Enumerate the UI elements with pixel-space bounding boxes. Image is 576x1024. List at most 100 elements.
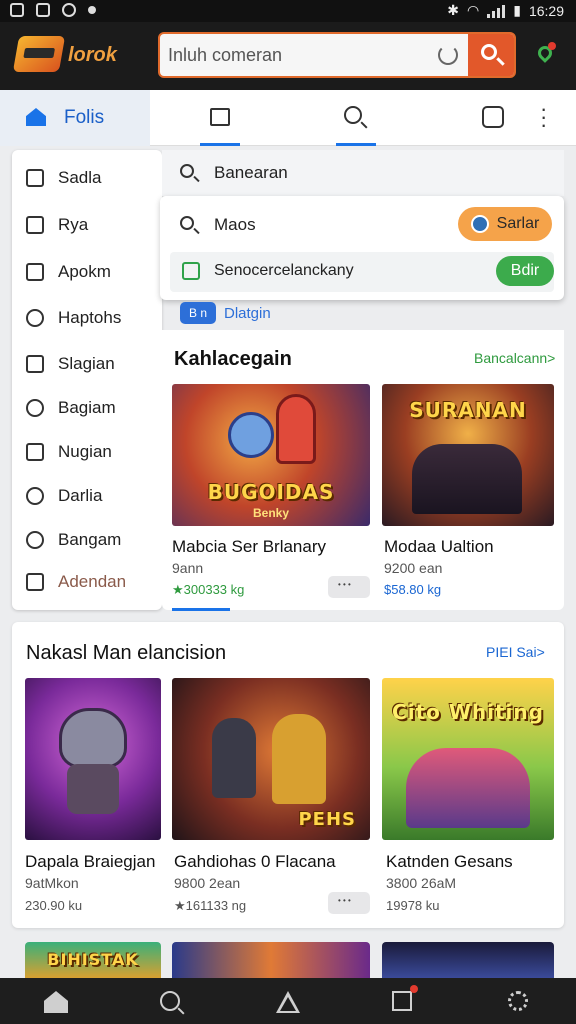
character-icon: [59, 708, 127, 768]
sidebar-item-label: Haptohs: [58, 308, 122, 327]
sidebar-item-sadla[interactable]: Sadla: [12, 158, 162, 198]
game-title[interactable]: Gahdiohas 0 Flacana: [174, 852, 336, 872]
sidebar-item-adendan[interactable]: Adendan: [12, 562, 162, 602]
tab-home[interactable]: Folis: [0, 90, 150, 146]
tag-row[interactable]: B n Dlatgin: [180, 302, 271, 324]
bottom-navigation: [0, 978, 576, 1024]
tab-bar: Folis · · ·: [0, 90, 576, 146]
refresh-icon[interactable]: [438, 45, 458, 65]
game-card-image[interactable]: [382, 942, 554, 978]
sidebar-item-label: Bagiam: [58, 398, 116, 417]
bluetooth-icon: ✱: [447, 2, 460, 18]
message-icon: [36, 3, 50, 17]
game-title[interactable]: Modaa Ualtion: [384, 537, 494, 557]
nav-explore-icon[interactable]: [276, 991, 300, 1013]
game-logo-text: PEHS: [298, 809, 356, 830]
sidebar-item-bangam[interactable]: Bangam: [12, 520, 162, 560]
app-logo-icon[interactable]: [12, 36, 66, 72]
tab-store[interactable]: [200, 102, 240, 146]
sidebar-item-label: Slagian: [58, 354, 115, 373]
character-icon: [276, 394, 316, 464]
sidebar-item-rya[interactable]: Rya: [12, 205, 162, 245]
game-title[interactable]: Katnden Gesans: [386, 852, 513, 872]
game-card-image[interactable]: [25, 678, 161, 840]
sidebar-item-label: Darlia: [58, 486, 103, 505]
tab-home-label: Folis: [64, 107, 105, 128]
game-logo-text: BUGOIDAS: [207, 480, 335, 504]
notification-dot-icon: [88, 6, 96, 14]
game-card-image[interactable]: BIHISTAK: [25, 942, 161, 978]
search-query-row[interactable]: Banearan: [162, 150, 564, 196]
wifi-icon: ◠: [467, 2, 480, 18]
sidebar-item-label: Sadla: [58, 168, 102, 187]
nav-library-icon[interactable]: [392, 985, 418, 1011]
sync-icon: [26, 487, 44, 505]
tag-badge: B n: [180, 302, 216, 324]
game-subtitle: 9200 ean: [384, 560, 443, 576]
nav-search-icon[interactable]: [160, 991, 180, 1011]
nav-home-icon[interactable]: [44, 991, 68, 1013]
characters-group-icon: [412, 444, 522, 514]
character-body-icon: [67, 764, 119, 814]
game-card-image[interactable]: SURANAN: [382, 384, 554, 526]
search-icon: [180, 216, 194, 230]
game-card-image[interactable]: [172, 942, 370, 978]
sidebar-item-haptohs[interactable]: Haptohs: [12, 298, 162, 338]
search-icon: [481, 44, 497, 60]
app-square-icon: [182, 262, 200, 280]
home-outline-icon: [26, 216, 44, 234]
search-input[interactable]: [168, 34, 438, 76]
see-all-link[interactable]: PIEI Sai>: [486, 644, 545, 660]
compass-icon: [26, 531, 44, 549]
battery-icon: ▮: [513, 2, 521, 18]
game-subtitle: 9ann: [172, 560, 204, 576]
notification-leaf-icon[interactable]: [535, 42, 556, 64]
see-all-link[interactable]: Bancalcann>: [474, 350, 555, 366]
game-title[interactable]: Dapala Braiegjan: [25, 852, 155, 872]
game-title[interactable]: Mabcia Ser Brlanary: [172, 537, 326, 557]
notification-dot-icon: [548, 42, 556, 50]
more-options-button[interactable]: [328, 892, 370, 914]
more-menu-icon[interactable]: · · ·: [540, 98, 547, 136]
chat-icon[interactable]: [482, 106, 504, 128]
chat-icon: [26, 573, 44, 591]
game-price: 230.90 ku: [25, 898, 83, 913]
sidebar-item-label: Bangam: [58, 530, 122, 549]
suggestion-text[interactable]: Maos: [214, 215, 256, 235]
close-box-icon: [26, 355, 44, 373]
sidebar-item-bagiam[interactable]: Bagiam: [12, 388, 162, 428]
game-card-image[interactable]: PEHS: [172, 678, 370, 840]
nav-settings-icon[interactable]: [508, 991, 528, 1011]
game-subtitle: 9atMkon: [25, 875, 79, 891]
suggestion-row[interactable]: Senocercelanckany Bdir: [170, 252, 554, 292]
photo-icon: [10, 3, 24, 17]
clock: 16:29: [528, 2, 564, 19]
more-options-button[interactable]: [328, 576, 370, 598]
sidebar-item-label: Nugian: [58, 442, 112, 461]
sidebar-item-slagian[interactable]: Slagian: [12, 344, 162, 384]
status-bar: ✱ ◠ ▮ 16:29: [0, 0, 576, 22]
home-icon: [26, 108, 46, 126]
suggestion-open-button[interactable]: Bdir: [496, 256, 554, 286]
search-bar[interactable]: [158, 32, 516, 78]
app-logo-text: lorok: [68, 44, 117, 66]
tab-search[interactable]: [336, 102, 376, 146]
bar-chart-icon: [26, 263, 44, 281]
characters-group-icon: [406, 748, 530, 828]
sidebar-item-darlia[interactable]: Darlia: [12, 476, 162, 516]
tag-label: Dlatgin: [224, 304, 271, 322]
game-card-image[interactable]: BUGOIDAS Benky: [172, 384, 370, 526]
suggestion-action-button[interactable]: Sarlar: [458, 207, 552, 241]
suggestion-text: Senocercelanckany: [214, 262, 354, 279]
character-icon: [228, 412, 274, 458]
search-button[interactable]: [468, 34, 514, 76]
notification-dot-icon: [410, 985, 418, 993]
game-logo-text: Cito Whiting: [392, 700, 544, 724]
sidebar-item-apokm[interactable]: Apokm: [12, 252, 162, 292]
sidebar-item-nugian[interactable]: Nugian: [12, 432, 162, 472]
game-logo-subtitle: Benky: [252, 506, 290, 520]
game-card-image[interactable]: Cito Whiting: [382, 678, 554, 840]
character-icon: [272, 714, 326, 804]
game-price: ★161133 ng: [174, 898, 247, 913]
document-icon: [26, 443, 44, 461]
